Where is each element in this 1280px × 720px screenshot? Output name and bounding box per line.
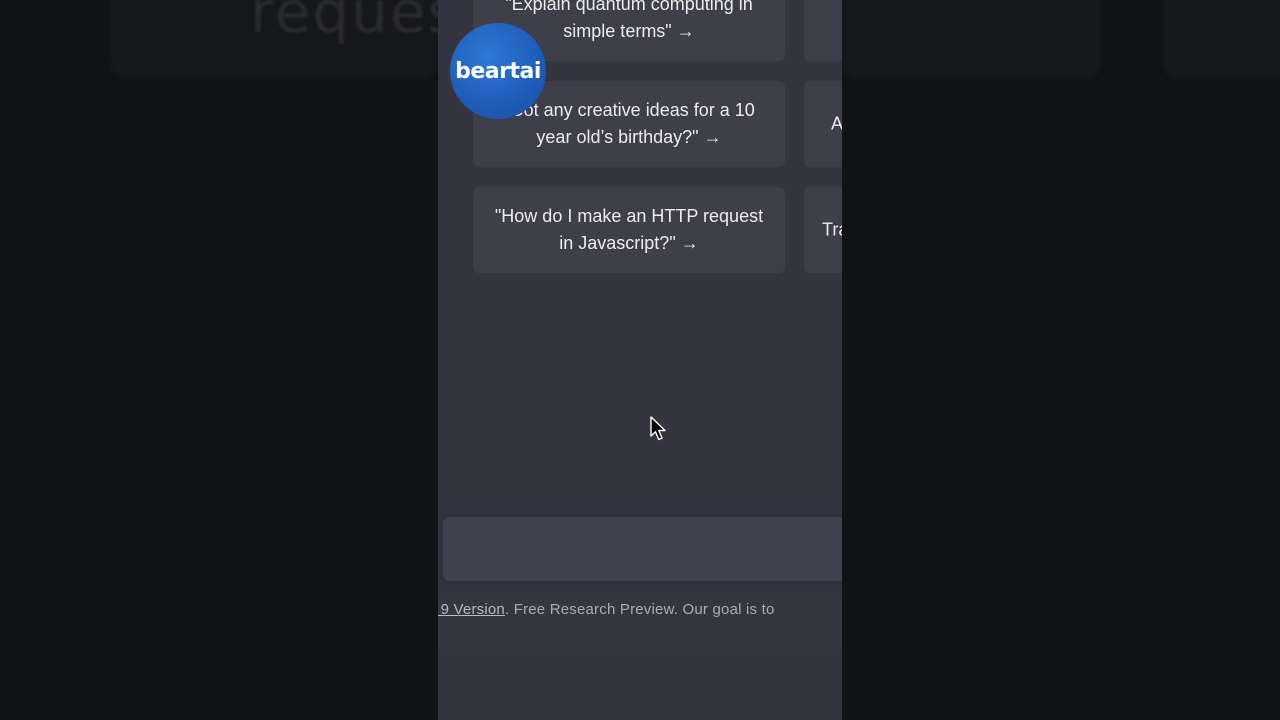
suggestion-text: A — [831, 113, 842, 134]
footer-disclaimer: T Jan 9 Version. Free Research Preview. … — [438, 600, 775, 620]
suggestion-text: "How do I make an HTTP request in Javasc… — [494, 206, 764, 253]
blurred-card — [842, 0, 1102, 80]
suggestion-text: Tra — [822, 219, 842, 240]
suggestion-card-right[interactable]: Tra — [804, 187, 842, 273]
blurred-background-left: reques — [0, 0, 458, 720]
message-input[interactable] — [443, 517, 842, 581]
video-frame: reques "Explain quantum computing in sim… — [0, 0, 1280, 720]
mouse-pointer-icon — [650, 416, 666, 441]
logo-text: beartai — [455, 58, 541, 84]
version-link[interactable]: T Jan 9 Version — [438, 601, 505, 618]
blurred-background-text: reques — [250, 0, 460, 46]
suggestion-card[interactable]: "How do I make an HTTP request in Javasc… — [473, 187, 785, 273]
suggestion-card-right[interactable]: A — [804, 81, 842, 167]
footer-text: . Free Research Preview. Our goal is to — [504, 601, 775, 618]
blurred-background-right — [842, 0, 1280, 720]
suggestion-card-right[interactable] — [804, 0, 842, 61]
beartai-logo: beartai — [450, 23, 546, 119]
blurred-card — [1162, 0, 1280, 80]
